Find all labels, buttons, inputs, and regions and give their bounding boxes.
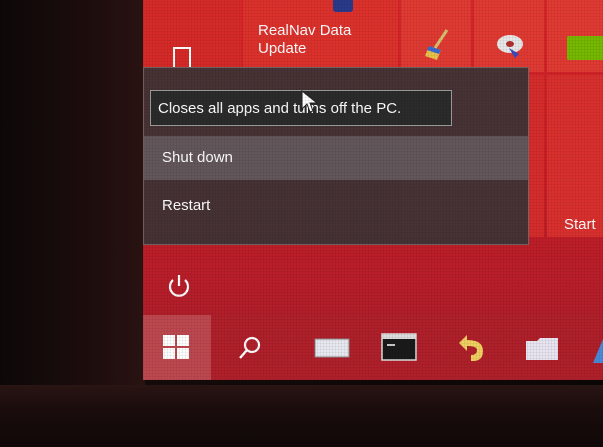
- windows-start-screen: RealNav Data Update Start Closes all app…: [143, 0, 603, 380]
- task-view-button[interactable]: [303, 315, 363, 380]
- start-button[interactable]: [143, 315, 211, 380]
- taskbar: [143, 315, 603, 380]
- tile-realnav-title-line2: Update: [258, 40, 307, 57]
- broom-icon: [425, 29, 449, 60]
- photo-frame: RealNav Data Update Start Closes all app…: [0, 0, 603, 447]
- tile-realnav-title-line1: RealNav Data: [258, 22, 352, 39]
- power-icon[interactable]: [163, 271, 195, 303]
- monitor-bezel-bottom: [0, 385, 603, 447]
- terminal-icon: [381, 333, 417, 361]
- realnav-icon: [333, 0, 353, 12]
- disc-icon: [497, 35, 523, 58]
- monitor-bezel-left: [0, 0, 145, 447]
- file-explorer-button[interactable]: [517, 315, 577, 380]
- terminal-button[interactable]: [373, 315, 433, 380]
- windows-logo-icon: [163, 335, 189, 359]
- folder-icon: [526, 338, 558, 360]
- tile-start-label: Start: [564, 216, 596, 233]
- shut-down-menu-item[interactable]: Shut down: [144, 136, 528, 180]
- tile-start[interactable]: [547, 75, 603, 237]
- tile-realnav-title: RealNav Data Update: [258, 22, 378, 58]
- power-options-menu: Closes all apps and turns off the PC. Sh…: [143, 67, 529, 245]
- back-button[interactable]: [445, 315, 505, 380]
- app-icon: [593, 339, 603, 363]
- search-icon: [239, 336, 261, 359]
- tile-document[interactable]: [143, 0, 241, 72]
- task-view-icon: [314, 338, 350, 358]
- mouse-pointer-icon: [301, 90, 319, 113]
- document-icon: [173, 47, 191, 67]
- search-button[interactable]: [221, 315, 281, 380]
- back-arrow-icon: [459, 335, 483, 361]
- nvidia-icon: [567, 36, 603, 60]
- taskbar-overflow-app[interactable]: [581, 315, 603, 380]
- restart-menu-item[interactable]: Restart: [144, 184, 528, 228]
